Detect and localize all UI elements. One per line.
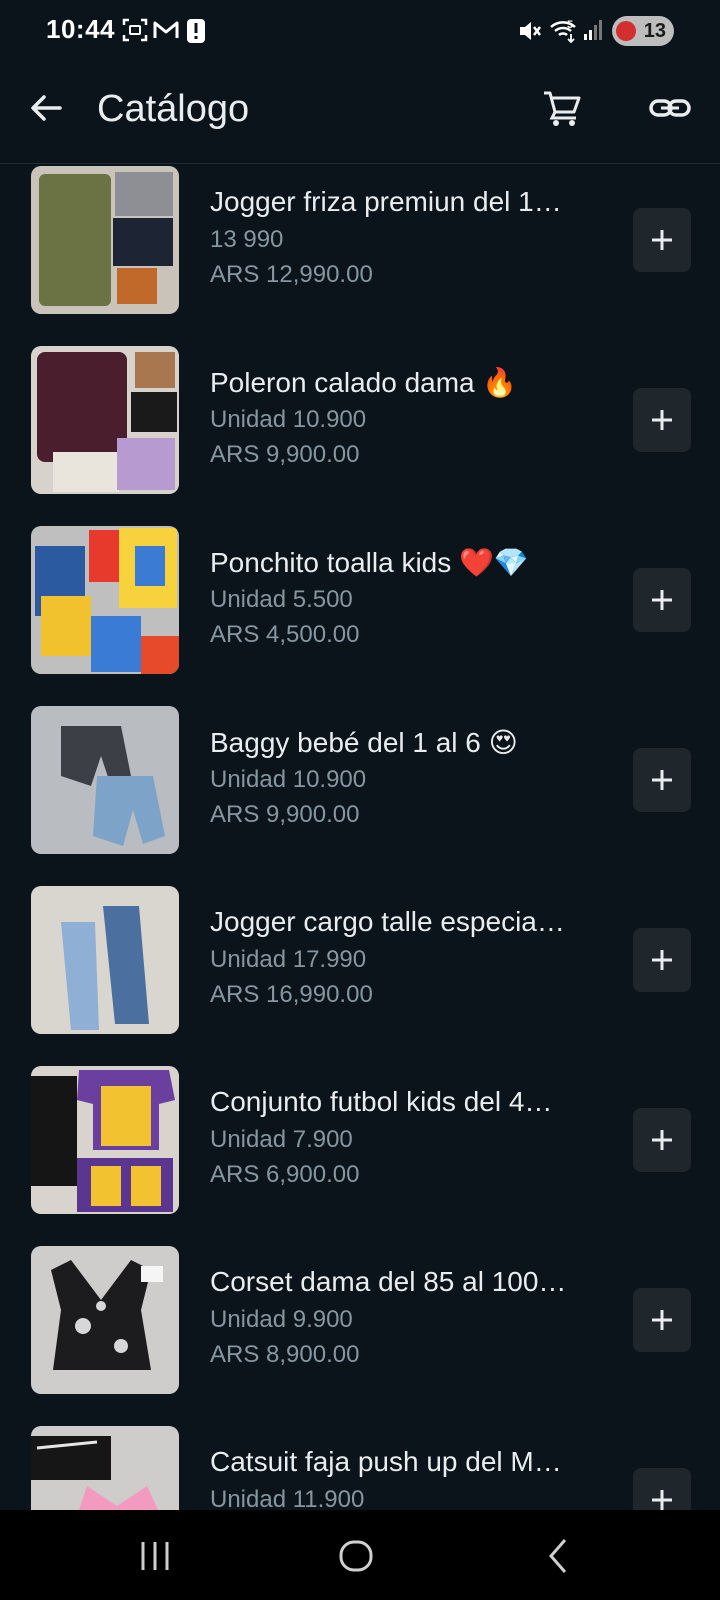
product-price: ARS 4,500.00 [210,621,360,648]
chevron-left-icon [549,1539,567,1573]
product-item[interactable]: Jogger cargo talle especia… Unidad 17.99… [0,884,720,1064]
product-item[interactable]: Baggy bebé del 1 al 6 😍 Unidad 10.900 AR… [0,704,720,884]
product-item[interactable]: Conjunto futbol kids del 4… Unidad 7.900… [0,1064,720,1244]
signal-icon [582,18,604,47]
product-name: Corset dama del 85 al 100… [210,1266,567,1297]
back-nav-button[interactable] [535,1532,583,1580]
plus-icon [652,1310,672,1330]
plus-icon [652,590,672,610]
product-name: Jogger friza premiun del 1… [210,186,562,217]
add-to-cart-button[interactable] [633,1468,691,1510]
product-name: Conjunto futbol kids del 4… [210,1086,553,1117]
system-nav-bar [0,1510,720,1600]
gmail-icon [152,18,180,47]
recent-apps-icon [141,1542,169,1570]
status-time: 10:44 [46,14,115,44]
product-price: ARS 12,990.00 [210,261,373,288]
back-button[interactable] [22,84,70,132]
home-button[interactable] [332,1532,380,1580]
add-to-cart-button[interactable] [633,388,691,452]
product-price: ARS 16,990.00 [210,981,373,1008]
home-icon [339,1540,373,1572]
product-description: Unidad 5.500 [210,586,353,613]
link-button[interactable] [646,84,694,132]
plus-icon [652,950,672,970]
battery-level: 13 [643,20,666,42]
product-item[interactable]: Catsuit faja push up del M… Unidad 11.90… [0,1424,720,1510]
alert-icon [186,18,206,49]
add-to-cart-button[interactable] [633,568,691,632]
plus-icon [652,410,672,430]
product-description: Unidad 9.900 [210,1306,353,1333]
product-name: Baggy bebé del 1 al 6 😍 [210,727,518,758]
product-description: Unidad 10.900 [210,406,367,433]
status-bar: 10:44 5 13 [0,0,720,62]
product-name: Ponchito toalla kids ❤️💎 [210,547,529,578]
product-name: Catsuit faja push up del M… [210,1446,562,1477]
product-item[interactable]: Corset dama del 85 al 100… Unidad 9.900 … [0,1244,720,1424]
battery-low-icon [616,21,636,41]
product-image[interactable] [31,1246,179,1394]
product-image[interactable] [31,166,179,314]
product-description: 13 990 [210,226,284,253]
product-item[interactable]: Poleron calado dama 🔥 Unidad 10.900 ARS … [0,344,720,524]
cart-button[interactable] [538,84,586,132]
mute-icon [517,18,543,49]
add-to-cart-button[interactable] [633,748,691,812]
product-item[interactable]: Ponchito toalla kids ❤️💎 Unidad 5.500 AR… [0,524,720,704]
product-description: Unidad 11.900 [210,1486,365,1510]
product-name: Poleron calado dama 🔥 [210,367,518,398]
recent-apps-button[interactable] [131,1532,179,1580]
product-price: ARS 8,900.00 [210,1341,360,1368]
screenshot-icon [122,18,148,47]
product-name: Jogger cargo talle especia… [210,906,565,937]
product-description: Unidad 10.900 [210,766,367,793]
product-price: ARS 6,900.00 [210,1161,360,1188]
plus-icon [652,770,672,790]
battery-badge: 13 [612,16,674,46]
arrow-back-icon [31,95,62,121]
add-to-cart-button[interactable] [633,1288,691,1352]
plus-icon [652,1130,672,1150]
product-image[interactable] [31,706,179,854]
product-image[interactable] [31,346,179,494]
wifi-icon: 5 [549,18,579,49]
add-to-cart-button[interactable] [633,208,691,272]
product-image[interactable] [31,886,179,1034]
product-description: Unidad 17.990 [210,946,367,973]
app-bar: Catálogo [0,62,720,164]
product-image[interactable] [31,1426,179,1510]
cart-icon [544,91,581,126]
svg-text:5: 5 [567,19,573,31]
page-title: Catálogo [97,88,250,130]
product-image[interactable] [31,526,179,674]
product-image[interactable] [31,1066,179,1214]
product-description: Unidad 7.900 [210,1126,353,1153]
add-to-cart-button[interactable] [633,928,691,992]
link-icon [649,99,691,117]
plus-icon [652,230,672,250]
catalog-list: Jogger friza premiun del 1… 13 990 ARS 1… [0,164,720,1510]
product-price: ARS 9,900.00 [210,801,360,828]
add-to-cart-button[interactable] [633,1108,691,1172]
product-item[interactable]: Jogger friza premiun del 1… 13 990 ARS 1… [0,164,720,344]
plus-icon [652,1490,672,1510]
screen: 10:44 5 13 Catálogo Jogger friza premiun… [0,0,720,1600]
product-price: ARS 9,900.00 [210,441,360,468]
